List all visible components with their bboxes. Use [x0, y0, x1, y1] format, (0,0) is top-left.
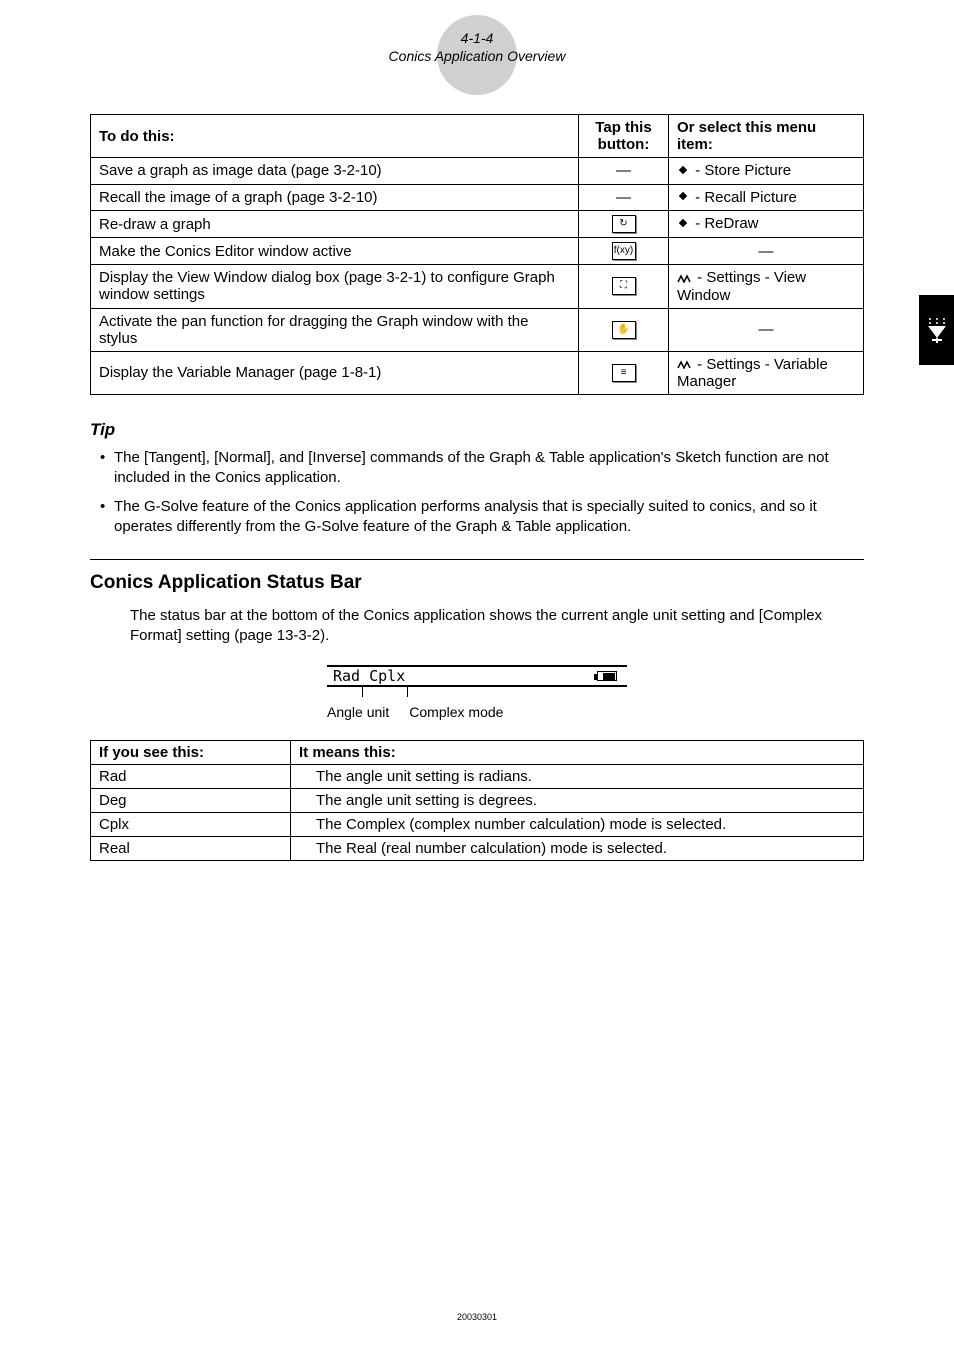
table-row: Save a graph as image data (page 3-2-10)… — [91, 158, 864, 185]
col-tap: Tap this button: — [579, 115, 669, 158]
status-bar-illustration: Rad Cplx Angle unit Complex mode — [327, 665, 627, 720]
tip-list: The [Tangent], [Normal], and [Inverse] c… — [100, 448, 864, 537]
table-row: DegThe angle unit setting is degrees. — [91, 788, 864, 812]
button-cell: ≡ — [579, 351, 669, 395]
diamond-icon — [677, 163, 689, 180]
status-meanings-table: If you see this: It means this: RadThe a… — [90, 740, 864, 861]
operations-table: To do this: Tap this button: Or select t… — [90, 114, 864, 395]
col-see: If you see this: — [91, 740, 291, 764]
see-cell: Real — [91, 836, 291, 860]
tip-heading: Tip — [90, 420, 864, 440]
page-subtitle: Conics Application Overview — [90, 48, 864, 64]
button-cell: ✋ — [579, 308, 669, 351]
section-divider — [90, 559, 864, 560]
col-menu: Or select this menu item: — [669, 115, 864, 158]
toolbar-button-icon: ↻ — [612, 215, 636, 233]
toolbar-button-icon: f(xy) — [612, 242, 636, 260]
todo-cell: Display the Variable Manager (page 1-8-1… — [91, 351, 579, 395]
section-paragraph: The status bar at the bottom of the Coni… — [130, 606, 864, 647]
means-cell: The angle unit setting is radians. — [291, 764, 864, 788]
toolbar-button-icon: ✋ — [612, 321, 636, 339]
todo-cell: Save a graph as image data (page 3-2-10) — [91, 158, 579, 185]
todo-cell: Activate the pan function for dragging t… — [91, 308, 579, 351]
menu-cell: — — [669, 308, 864, 351]
see-cell: Rad — [91, 764, 291, 788]
table-row: Make the Conics Editor window active f(xy… — [91, 238, 864, 265]
button-cell: — — [579, 184, 669, 211]
table-row: Re-draw a graph ↻ - ReDraw — [91, 211, 864, 238]
tip-item: The G-Solve feature of the Conics applic… — [100, 497, 864, 538]
means-cell: The angle unit setting is degrees. — [291, 788, 864, 812]
menu-cell: - ReDraw — [669, 211, 864, 238]
button-cell: ↻ — [579, 211, 669, 238]
menu-cell: — — [669, 238, 864, 265]
todo-cell: Display the View Window dialog box (page… — [91, 265, 579, 309]
table-row: Recall the image of a graph (page 3-2-10… — [91, 184, 864, 211]
todo-cell: Make the Conics Editor window active — [91, 238, 579, 265]
menu-cell: - Recall Picture — [669, 184, 864, 211]
menu-cell: - Store Picture — [669, 158, 864, 185]
battery-icon — [597, 671, 617, 681]
table-row: RadThe angle unit setting is radians. — [91, 764, 864, 788]
side-tab-icon — [919, 295, 954, 365]
diamond-icon — [677, 189, 689, 206]
todo-cell: Recall the image of a graph (page 3-2-10… — [91, 184, 579, 211]
toolbar-button-icon: ≡ — [612, 364, 636, 382]
button-cell: f(xy) — [579, 238, 669, 265]
table-row: CplxThe Complex (complex number calculat… — [91, 812, 864, 836]
angle-unit-label: Angle unit — [327, 704, 389, 720]
diamond-icon — [677, 216, 689, 233]
button-cell: — — [579, 158, 669, 185]
todo-cell: Re-draw a graph — [91, 211, 579, 238]
tip-item: The [Tangent], [Normal], and [Inverse] c… — [100, 448, 864, 489]
col-means: It means this: — [291, 740, 864, 764]
table-row: Display the View Window dialog box (page… — [91, 265, 864, 309]
col-todo: To do this: — [91, 115, 579, 158]
footer-number: 20030301 — [457, 1312, 497, 1322]
settings-icon — [677, 270, 691, 287]
page-header: 4-1-4 Conics Application Overview — [90, 30, 864, 64]
menu-cell: - Settings - View Window — [669, 265, 864, 309]
see-cell: Deg — [91, 788, 291, 812]
table-row: Display the Variable Manager (page 1-8-1… — [91, 351, 864, 395]
status-bar-box: Rad Cplx — [327, 665, 627, 687]
table-row: RealThe Real (real number calculation) m… — [91, 836, 864, 860]
section-heading: Conics Application Status Bar — [90, 572, 864, 594]
table-row: Activate the pan function for dragging t… — [91, 308, 864, 351]
toolbar-button-icon: ⛶ — [612, 277, 636, 295]
means-cell: The Complex (complex number calculation)… — [291, 812, 864, 836]
means-cell: The Real (real number calculation) mode … — [291, 836, 864, 860]
button-cell: ⛶ — [579, 265, 669, 309]
page-number: 4-1-4 — [90, 30, 864, 46]
status-bar-text: Rad Cplx — [333, 667, 405, 685]
complex-mode-label: Complex mode — [409, 704, 503, 720]
see-cell: Cplx — [91, 812, 291, 836]
settings-icon — [677, 356, 691, 373]
menu-cell: - Settings - Variable Manager — [669, 351, 864, 395]
